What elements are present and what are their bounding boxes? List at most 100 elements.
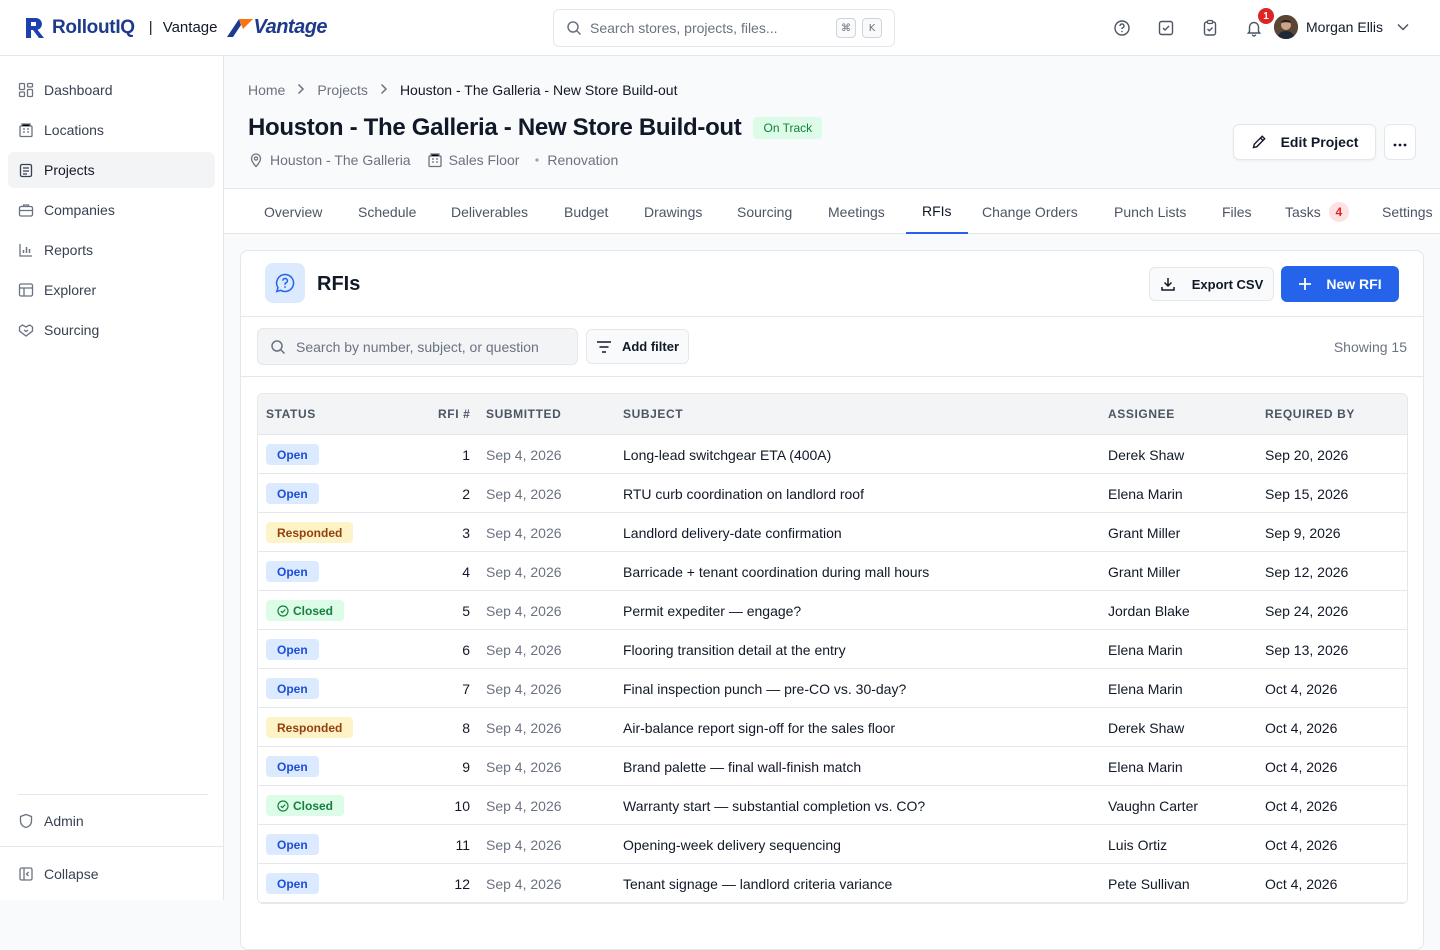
status-label: Responded [277,525,343,540]
breadcrumb-projects[interactable]: Projects [317,82,368,98]
column-header-status[interactable]: STATUS [266,407,316,421]
assignee: Grant Miller [1108,564,1181,580]
sidebar-item-dashboard[interactable]: Dashboard [8,72,215,108]
tab-overview[interactable]: Overview [248,189,338,234]
rfi-subject[interactable]: RTU curb coordination on landlord roof [623,486,864,502]
table-row[interactable]: Open 7 Sep 4, 2026 Final inspection punch —… [258,669,1407,708]
column-header-subject[interactable]: SUBJECT [623,407,683,421]
rfi-subject[interactable]: Flooring transition detail at the entry [623,642,846,658]
table-row[interactable]: Open 12 Sep 4, 2026 Tenant signage — landlo… [258,864,1407,903]
sidebar-collapse-button[interactable]: Collapse [8,856,215,892]
edit-project-button[interactable]: Edit Project [1233,124,1376,160]
table-row[interactable]: Open 4 Sep 4, 2026 Barricade + tenant coord… [258,552,1407,591]
tab-budget[interactable]: Budget [548,189,624,234]
vantage-wordmark: Vantage [253,16,328,38]
bell-icon[interactable]: 1 [1242,8,1274,42]
new-rfi-button[interactable]: New RFI [1281,266,1399,302]
help-icon[interactable] [1110,14,1134,42]
more-actions-button[interactable] [1384,124,1416,160]
assignee: Elena Marin [1108,759,1183,775]
tab-change-orders[interactable]: Change Orders [966,189,1094,234]
tab-settings[interactable]: Settings [1366,189,1440,234]
table-row[interactable]: Open 2 Sep 4, 2026 RTU curb coordination on… [258,474,1407,513]
sidebar: Dashboard Locations Projects Companies R… [0,56,224,900]
sidebar-item-projects[interactable]: Projects [8,152,215,188]
rfi-subject[interactable]: Opening-week delivery sequencing [623,837,841,853]
status-label: Open [277,681,308,696]
status-badge: Responded [266,522,354,543]
user-menu[interactable]: Morgan Ellis [1274,15,1409,39]
shortcut-key-cmd: ⌘ [836,18,856,38]
brand[interactable]: RolloutIQ | Vantage Vantage [0,16,328,40]
edit-project-label: Edit Project [1280,134,1359,150]
table-row[interactable]: Closed 5 Sep 4, 2026 Permit expediter — eng… [258,591,1407,630]
rfi-subject[interactable]: Brand palette — final wall-finish match [623,759,861,775]
column-header-required-by[interactable]: REQUIRED BY [1265,407,1355,421]
tab-punch-lists[interactable]: Punch Lists [1098,189,1202,234]
sidebar-item-companies[interactable]: Companies [8,192,215,228]
export-csv-button[interactable]: Export CSV [1149,267,1274,301]
rfi-subject[interactable]: Final inspection punch — pre-CO vs. 30-d… [623,681,906,697]
breadcrumb: Home Projects Houston - The Galleria - N… [248,82,677,98]
rfi-subject[interactable]: Long-lead switchgear ETA (400A) [623,447,831,463]
user-name: Morgan Ellis [1306,19,1384,35]
table-row[interactable]: Open 11 Sep 4, 2026 Opening-week delivery s… [258,825,1407,864]
table-header: STATUS RFI # SUBMITTED SUBJECT ASSIGNEE … [258,394,1407,435]
new-rfi-label: New RFI [1326,276,1382,292]
tab-meetings[interactable]: Meetings [812,189,901,234]
sidebar-item-locations[interactable]: Locations [8,112,215,148]
column-header-rfi-number[interactable]: RFI # [438,407,470,421]
dashboard-icon [18,82,34,98]
tab-sourcing[interactable]: Sourcing [721,189,808,234]
breadcrumb-home[interactable]: Home [248,82,285,98]
tab-schedule[interactable]: Schedule [342,189,432,234]
add-filter-button[interactable]: Add filter [586,329,689,364]
breadcrumb-current: Houston - The Galleria - New Store Build… [399,82,678,98]
global-search[interactable]: Search stores, projects, files... ⌘ K [553,9,895,47]
rfi-subject[interactable]: Warranty start — substantial completion … [623,798,925,814]
tab-tasks[interactable]: Tasks 4 [1269,189,1365,234]
rfi-subject[interactable]: Air-balance report sign-off for the sale… [623,720,895,736]
tab-drawings[interactable]: Drawings [628,189,718,234]
rfi-number: 12 [454,876,470,892]
table-row[interactable]: Open 9 Sep 4, 2026 Brand palette — final wa… [258,747,1407,786]
submitted-date: Sep 4, 2026 [486,525,562,541]
brand-separator: | [148,19,153,36]
sidebar-divider [18,794,208,795]
rfi-subject[interactable]: Landlord delivery-date confirmation [623,525,842,541]
collapse-panel-icon [18,866,34,882]
pencil-icon [1251,134,1267,150]
briefcase-icon [18,202,34,218]
shield-icon [18,813,34,829]
column-header-submitted[interactable]: SUBMITTED [486,407,561,421]
rfi-subject[interactable]: Barricade + tenant coordination during m… [623,564,929,580]
vantage-logo: Vantage [227,16,328,39]
clipboard-check-icon[interactable] [1198,14,1222,42]
table-row[interactable]: Closed 10 Sep 4, 2026 Warranty start — subs… [258,786,1407,825]
checkbox-tasks-icon[interactable] [1154,14,1178,42]
tab-deliverables[interactable]: Deliverables [435,189,544,234]
status-label: Open [277,642,308,657]
sidebar-item-admin[interactable]: Admin [8,803,215,839]
table-row[interactable]: Responded 3 Sep 4, 2026 Landlord delivery-d… [258,513,1407,552]
sidebar-item-sourcing[interactable]: Sourcing [8,312,215,348]
tab-files[interactable]: Files [1206,189,1268,234]
table-row[interactable]: Open 1 Sep 4, 2026 Long-lead switchgear ETA… [258,435,1407,474]
partner-name: Vantage [162,19,218,36]
project-tabs: Overview Schedule Deliverables Budget Dr… [224,188,1440,234]
column-header-assignee[interactable]: ASSIGNEE [1108,407,1175,421]
sidebar-item-label: Dashboard [44,82,113,98]
required-by-date: Oct 4, 2026 [1265,720,1338,736]
rfi-subject[interactable]: Tenant signage — landlord criteria varia… [623,876,892,892]
table-row[interactable]: Open 6 Sep 4, 2026 Flooring transition deta… [258,630,1407,669]
rfi-subject[interactable]: Permit expediter — engage? [623,603,801,619]
rfi-search[interactable] [257,328,578,365]
sidebar-item-explorer[interactable]: Explorer [8,272,215,308]
table-row[interactable]: Responded 8 Sep 4, 2026 Air-balance report … [258,708,1407,747]
rfi-search-input[interactable] [296,338,546,355]
rfi-number: 11 [455,837,470,853]
sidebar-item-label: Admin [44,813,84,829]
sidebar-item-reports[interactable]: Reports [8,232,215,268]
tab-rfis[interactable]: RFIs [906,189,968,234]
rfi-filter-bar: Add filter Showing 15 [241,317,1423,377]
